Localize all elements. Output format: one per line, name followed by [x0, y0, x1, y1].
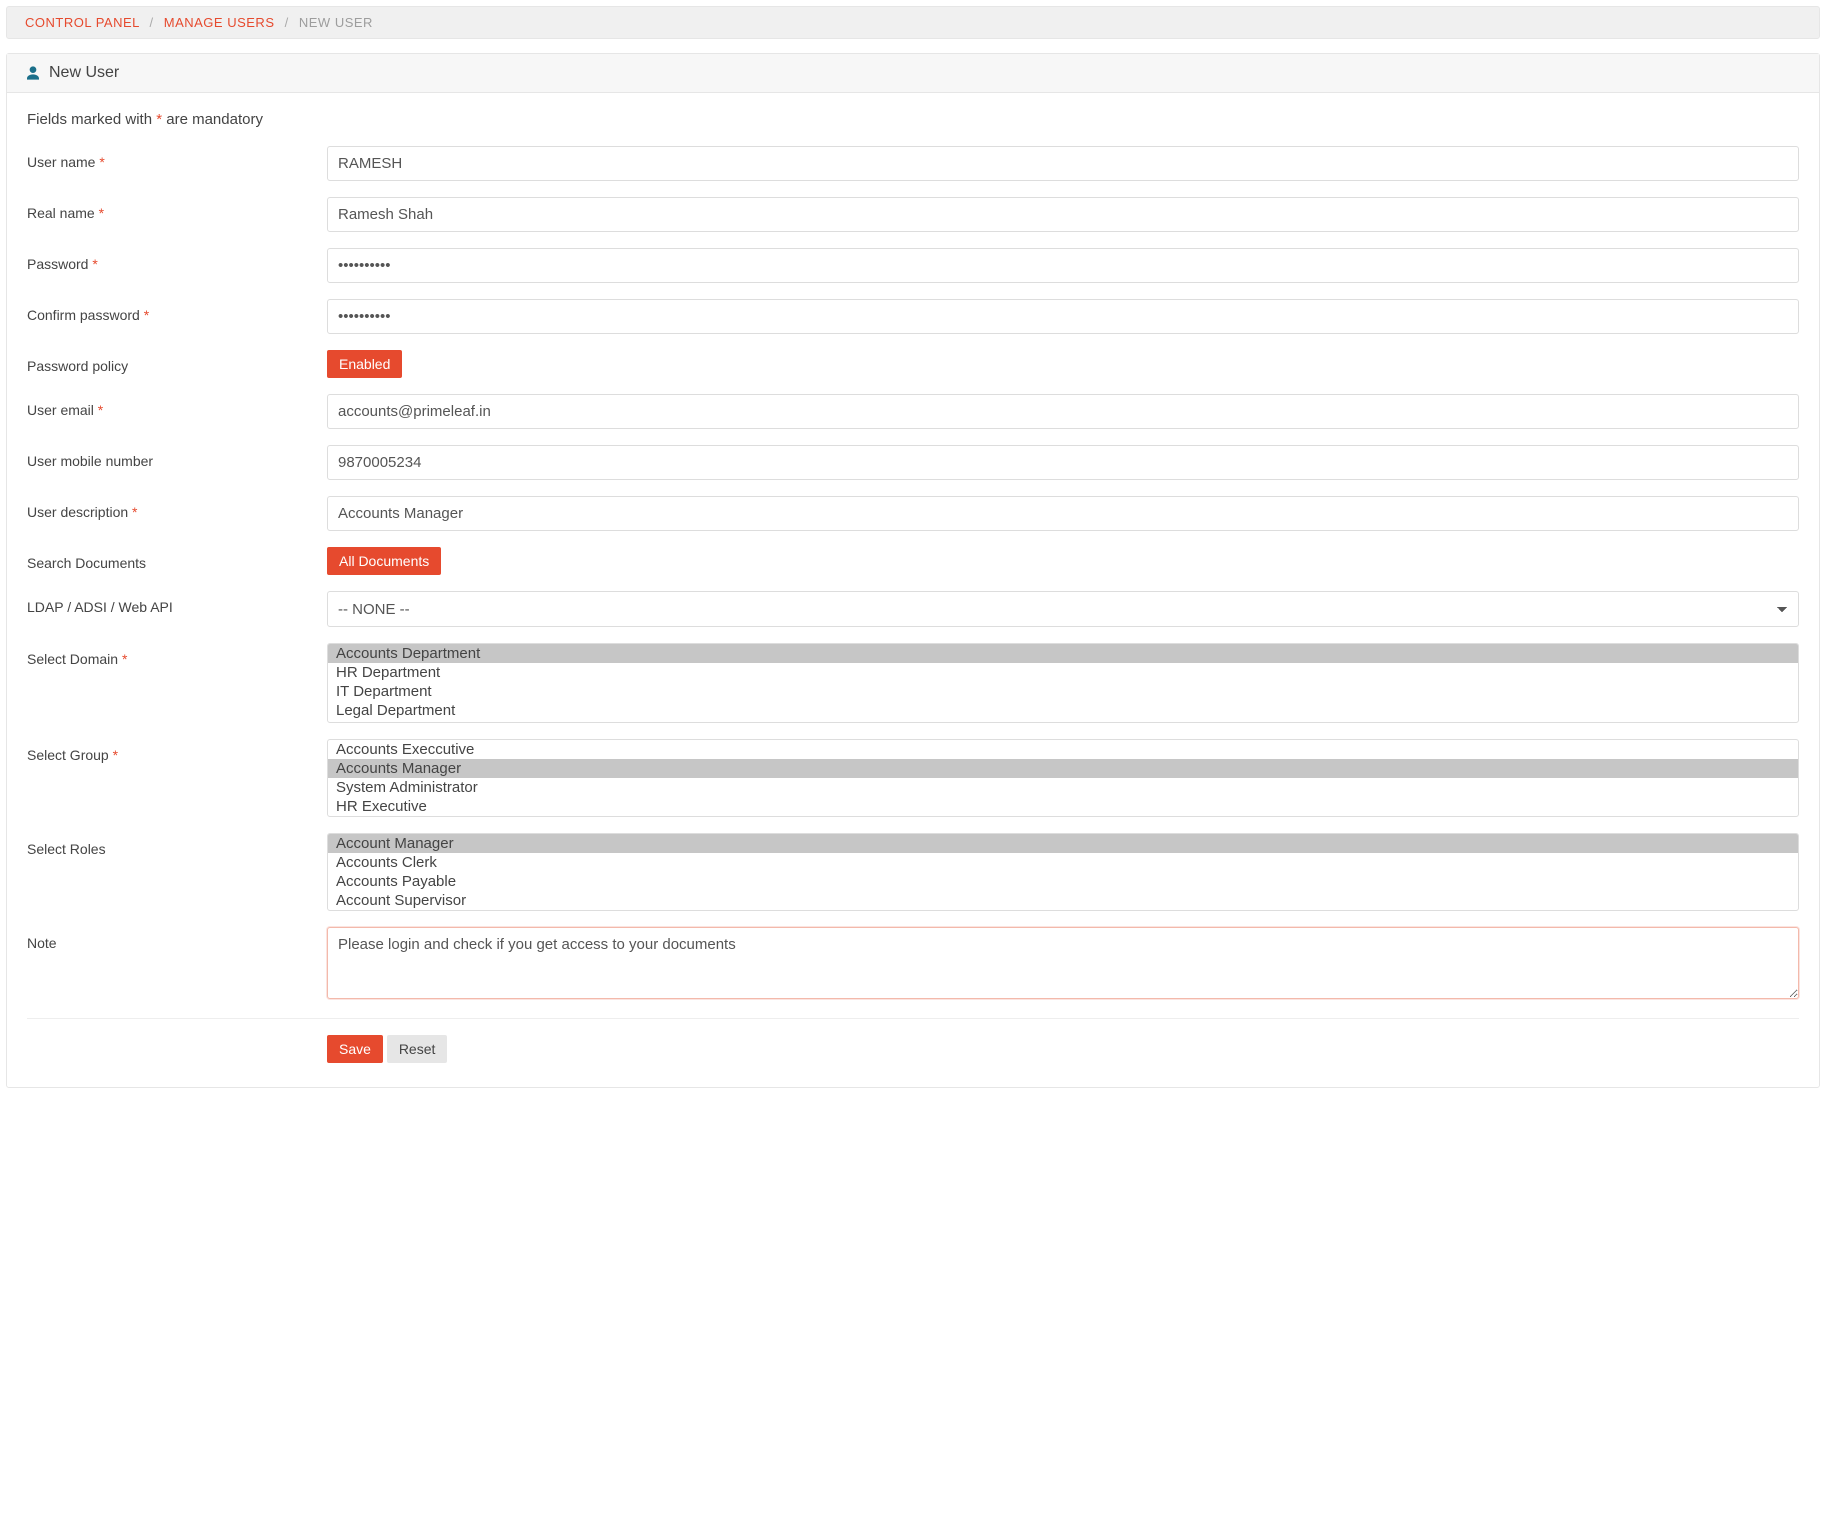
label-user-email: User email: [27, 402, 94, 418]
row-select-roles: Select Roles * Account ManagerAccounts C…: [27, 833, 1799, 911]
row-password: Password *: [27, 248, 1799, 283]
label-user-mobile: User mobile number: [27, 453, 153, 469]
select-group[interactable]: Accounts ExeccutiveAccounts ManagerSyste…: [327, 739, 1799, 817]
row-real-name: Real name *: [27, 197, 1799, 232]
list-option[interactable]: Accounts Payable: [328, 872, 1798, 891]
textarea-note[interactable]: [327, 927, 1799, 999]
required-star: *: [113, 747, 118, 763]
list-option[interactable]: HR Department: [328, 663, 1798, 682]
input-password[interactable]: [327, 248, 1799, 283]
required-star: *: [122, 651, 127, 667]
list-option[interactable]: IT Department: [328, 682, 1798, 701]
panel-body: Fields marked with * are mandatory User …: [7, 93, 1819, 1087]
required-star: *: [144, 307, 149, 323]
list-option[interactable]: Accounts Department: [328, 644, 1798, 663]
list-option[interactable]: Account Manager: [328, 834, 1798, 853]
required-star: *: [132, 504, 137, 520]
list-option[interactable]: Accounts Clerk: [328, 853, 1798, 872]
save-button[interactable]: Save: [327, 1035, 383, 1063]
input-confirm-password[interactable]: [327, 299, 1799, 334]
label-ldap: LDAP / ADSI / Web API: [27, 599, 173, 615]
row-user-name: User name *: [27, 146, 1799, 181]
input-real-name[interactable]: [327, 197, 1799, 232]
list-option[interactable]: System Administrator: [328, 778, 1798, 797]
breadcrumb-sep: /: [144, 15, 160, 30]
list-option[interactable]: Accounts Manager: [328, 759, 1798, 778]
breadcrumb-manage-users[interactable]: MANAGE USERS: [164, 15, 275, 30]
label-password: Password: [27, 256, 88, 272]
required-star: *: [92, 256, 97, 272]
row-select-domain: Select Domain * Accounts DepartmentHR De…: [27, 643, 1799, 723]
row-user-email: User email *: [27, 394, 1799, 429]
panel-new-user: New User Fields marked with * are mandat…: [6, 53, 1820, 1088]
breadcrumb-control-panel[interactable]: CONTROL PANEL: [25, 15, 139, 30]
required-star: *: [98, 402, 103, 418]
label-user-name: User name: [27, 154, 95, 170]
reset-button[interactable]: Reset: [387, 1035, 448, 1063]
select-ldap[interactable]: -- NONE --: [327, 591, 1799, 627]
breadcrumb: CONTROL PANEL / MANAGE USERS / NEW USER: [6, 6, 1820, 39]
label-note: Note: [27, 935, 57, 951]
password-policy-button[interactable]: Enabled: [327, 350, 402, 378]
row-search-documents: Search Documents * All Documents: [27, 547, 1799, 575]
select-domain[interactable]: Accounts DepartmentHR DepartmentIT Depar…: [327, 643, 1799, 723]
label-password-policy: Password policy: [27, 358, 128, 374]
label-confirm-password: Confirm password: [27, 307, 140, 323]
row-note: Note *: [27, 927, 1799, 1002]
select-roles[interactable]: Account ManagerAccounts ClerkAccounts Pa…: [327, 833, 1799, 911]
required-star: *: [99, 154, 104, 170]
input-user-description[interactable]: [327, 496, 1799, 531]
row-user-description: User description *: [27, 496, 1799, 531]
label-select-domain: Select Domain: [27, 651, 118, 667]
user-icon: [25, 65, 41, 81]
breadcrumb-current: NEW USER: [299, 15, 373, 30]
label-select-roles: Select Roles: [27, 841, 106, 857]
list-option[interactable]: Legal Department: [328, 701, 1798, 720]
mandatory-note-suffix: are mandatory: [162, 111, 263, 128]
row-password-policy: Password policy * Enabled: [27, 350, 1799, 378]
form-footer: Save Reset: [27, 1018, 1799, 1063]
breadcrumb-sep: /: [279, 15, 295, 30]
mandatory-note-prefix: Fields marked with: [27, 111, 156, 128]
input-user-mobile[interactable]: [327, 445, 1799, 480]
row-confirm-password: Confirm password *: [27, 299, 1799, 334]
required-star: *: [99, 205, 104, 221]
list-option[interactable]: Accounts Execcutive: [328, 740, 1798, 759]
row-user-mobile: User mobile number *: [27, 445, 1799, 480]
list-option[interactable]: Account Supervisor: [328, 891, 1798, 910]
panel-header: New User: [7, 54, 1819, 93]
label-search-documents: Search Documents: [27, 555, 146, 571]
label-select-group: Select Group: [27, 747, 109, 763]
label-user-description: User description: [27, 504, 128, 520]
search-documents-button[interactable]: All Documents: [327, 547, 441, 575]
mandatory-note: Fields marked with * are mandatory: [27, 111, 1799, 128]
input-user-name[interactable]: [327, 146, 1799, 181]
panel-title: New User: [49, 64, 119, 82]
input-user-email[interactable]: [327, 394, 1799, 429]
list-option[interactable]: HR Executive: [328, 797, 1798, 816]
row-ldap: LDAP / ADSI / Web API * -- NONE --: [27, 591, 1799, 627]
label-real-name: Real name: [27, 205, 95, 221]
row-select-group: Select Group * Accounts ExeccutiveAccoun…: [27, 739, 1799, 817]
